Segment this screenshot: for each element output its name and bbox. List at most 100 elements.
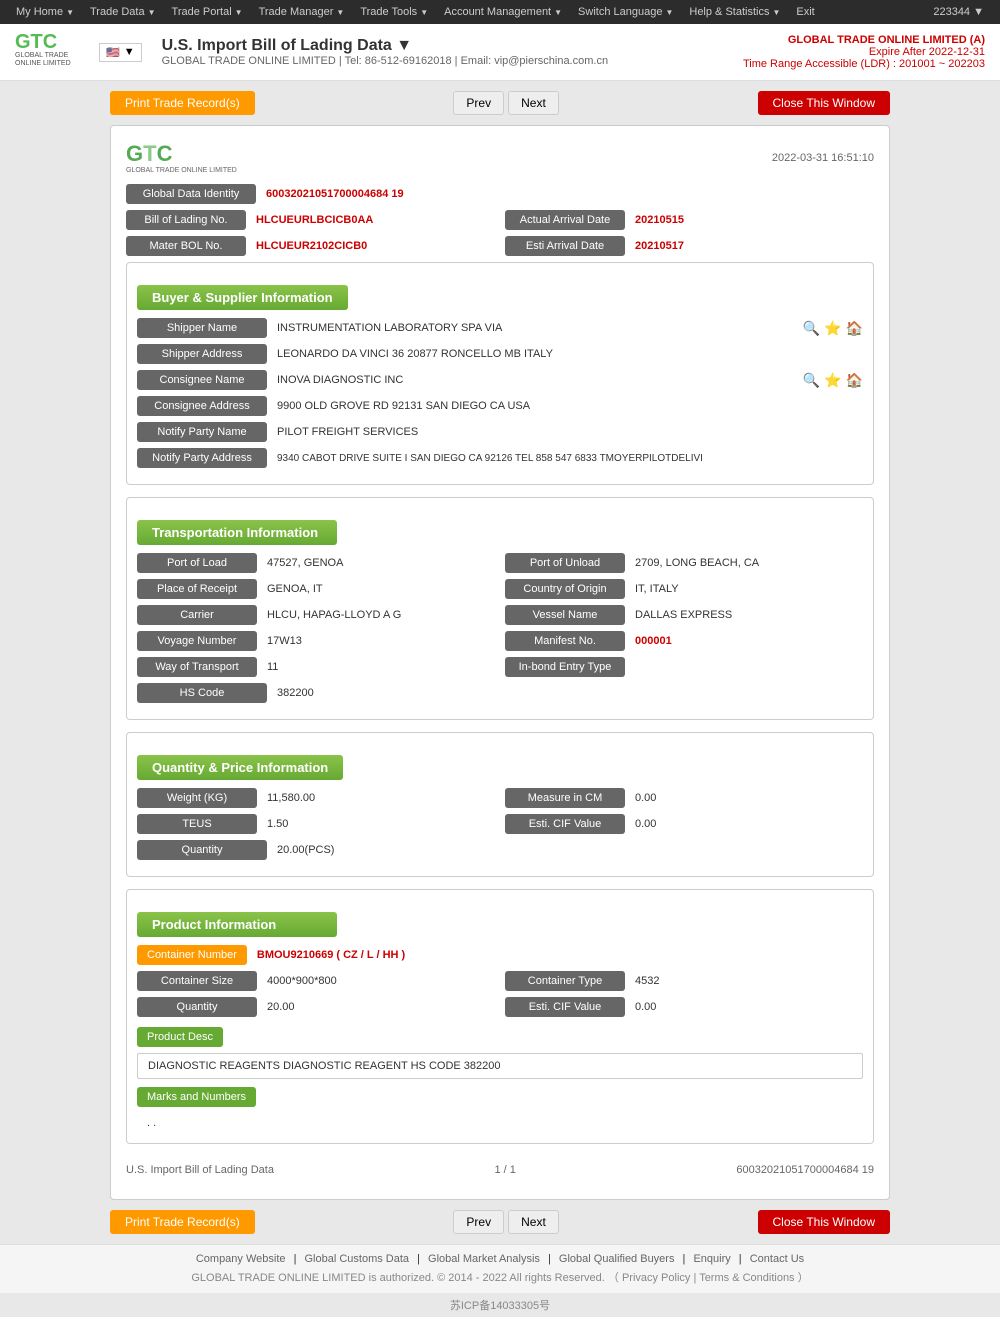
- receipt-origin-row: Place of Receipt GENOA, IT Country of Or…: [137, 579, 863, 599]
- esti-cif-value: 0.00: [625, 814, 666, 834]
- search-icon[interactable]: 🔍: [803, 320, 820, 337]
- global-data-identity-value: 60032021051700004684 19: [256, 184, 414, 204]
- mater-bol-label: Mater BOL No.: [126, 236, 246, 256]
- voyage-value: 17W13: [257, 631, 312, 651]
- record-pagination: U.S. Import Bill of Lading Data 1 / 1 60…: [126, 1156, 874, 1184]
- header-account-info: GLOBAL TRADE ONLINE LIMITED (A) Expire A…: [743, 34, 985, 70]
- weight-measure-row: Weight (KG) 11,580.00 Measure in CM 0.00: [137, 788, 863, 808]
- record-id: 60032021051700004684 19: [736, 1164, 874, 1176]
- product-quantity-label: Quantity: [137, 997, 257, 1017]
- weight-value: 11,580.00: [257, 788, 325, 808]
- way-transport-value: 11: [257, 657, 288, 677]
- footer-link-contact[interactable]: Contact Us: [750, 1253, 804, 1265]
- buyer-supplier-title: Buyer & Supplier Information: [137, 285, 348, 310]
- product-quantity-value: 20.00: [257, 997, 305, 1017]
- shipper-address-value: LEONARDO DA VINCI 36 20877 RONCELLO MB I…: [267, 344, 563, 364]
- port-load-value: 47527, GENOA: [257, 553, 353, 573]
- nav-trade-manager[interactable]: Trade Manager ▼: [251, 0, 353, 24]
- hs-code-value: 382200: [267, 683, 324, 703]
- user-account[interactable]: 223344 ▼: [925, 6, 992, 18]
- consignee-name-value: INOVA DIAGNOSTIC INC: [267, 370, 413, 390]
- pagination-nav-top: Prev Next: [453, 91, 558, 115]
- print-button-bottom[interactable]: Print Trade Record(s): [110, 1210, 255, 1234]
- home-icon[interactable]: 🏠: [846, 320, 863, 337]
- port-load-label: Port of Load: [137, 553, 257, 573]
- close-button-top[interactable]: Close This Window: [758, 91, 890, 115]
- notify-address-value: 9340 CABOT DRIVE SUITE I SAN DIEGO CA 92…: [267, 449, 713, 468]
- footer-links: Company Website | Global Customs Data | …: [15, 1253, 985, 1265]
- footer-copyright: GLOBAL TRADE ONLINE LIMITED is authorize…: [15, 1269, 985, 1285]
- close-button-bottom[interactable]: Close This Window: [758, 1210, 890, 1234]
- carrier-value: HLCU, HAPAG-LLOYD A G: [257, 605, 411, 625]
- place-receipt-value: GENOA, IT: [257, 579, 333, 599]
- quantity-row: Quantity 20.00(PCS): [137, 840, 863, 860]
- manifest-label: Manifest No.: [505, 631, 625, 651]
- quantity-price-title: Quantity & Price Information: [137, 755, 343, 780]
- mater-bol-row: Mater BOL No. HLCUEUR2102CICB0 Esti Arri…: [126, 236, 874, 256]
- footer-link-customs[interactable]: Global Customs Data: [305, 1253, 410, 1265]
- next-button-top[interactable]: Next: [508, 91, 559, 115]
- inbond-value: [625, 663, 645, 671]
- privacy-policy-link[interactable]: Privacy Policy: [622, 1272, 690, 1284]
- top-action-bar: Print Trade Record(s) Prev Next Close Th…: [110, 91, 890, 115]
- footer-link-market[interactable]: Global Market Analysis: [428, 1253, 540, 1265]
- search-icon[interactable]: 🔍: [803, 372, 820, 389]
- print-button-top[interactable]: Print Trade Record(s): [110, 91, 255, 115]
- consignee-address-value: 9900 OLD GROVE RD 92131 SAN DIEGO CA USA: [267, 396, 540, 416]
- product-title: Product Information: [137, 912, 337, 937]
- terms-link[interactable]: Terms & Conditions: [699, 1272, 794, 1284]
- voyage-label: Voyage Number: [137, 631, 257, 651]
- expire-date: Expire After 2022-12-31: [743, 46, 985, 58]
- country-origin-value: IT, ITALY: [625, 579, 689, 599]
- buyer-supplier-section: Buyer & Supplier Information Shipper Nam…: [126, 262, 874, 485]
- container-size-type-row: Container Size 4000*900*800 Container Ty…: [137, 971, 863, 991]
- home-icon[interactable]: 🏠: [846, 372, 863, 389]
- nav-exit[interactable]: Exit: [788, 0, 822, 24]
- way-transport-label: Way of Transport: [137, 657, 257, 677]
- carrier-vessel-row: Carrier HLCU, HAPAG-LLOYD A G Vessel Nam…: [137, 605, 863, 625]
- shipper-address-label: Shipper Address: [137, 344, 267, 364]
- chevron-down-icon: ▼: [235, 8, 243, 17]
- carrier-label: Carrier: [137, 605, 257, 625]
- global-data-identity-label: Global Data Identity: [126, 184, 256, 204]
- nav-help-statistics[interactable]: Help & Statistics ▼: [681, 0, 788, 24]
- container-number-value: BMOU9210669 ( CZ / L / HH ): [247, 945, 415, 965]
- page-info: 1 / 1: [494, 1164, 515, 1176]
- prev-button-bottom[interactable]: Prev: [453, 1210, 504, 1234]
- container-number-row: Container Number BMOU9210669 ( CZ / L / …: [137, 945, 863, 965]
- notify-address-row: Notify Party Address 9340 CABOT DRIVE SU…: [137, 448, 863, 468]
- nav-trade-tools[interactable]: Trade Tools ▼: [352, 0, 436, 24]
- language-flag-button[interactable]: 🇺🇸 ▼: [99, 43, 142, 62]
- product-section: Product Information Container Number BMO…: [126, 889, 874, 1144]
- chevron-down-icon: ▼: [554, 8, 562, 17]
- consignee-address-row: Consignee Address 9900 OLD GROVE RD 9213…: [137, 396, 863, 416]
- product-desc-value: DIAGNOSTIC REAGENTS DIAGNOSTIC REAGENT H…: [137, 1053, 863, 1079]
- consignee-name-row: Consignee Name INOVA DIAGNOSTIC INC 🔍 ⭐ …: [137, 370, 863, 390]
- top-navigation: My Home ▼ Trade Data ▼ Trade Portal ▼ Tr…: [0, 0, 1000, 24]
- star-icon[interactable]: ⭐: [824, 320, 841, 337]
- esti-arrival-label: Esti Arrival Date: [505, 236, 625, 256]
- nav-my-home[interactable]: My Home ▼: [8, 0, 82, 24]
- notify-address-label: Notify Party Address: [137, 448, 267, 468]
- inbond-label: In-bond Entry Type: [505, 657, 625, 677]
- star-icon[interactable]: ⭐: [824, 372, 841, 389]
- nav-trade-portal[interactable]: Trade Portal ▼: [164, 0, 251, 24]
- footer-link-buyers[interactable]: Global Qualified Buyers: [559, 1253, 675, 1265]
- footer-link-company[interactable]: Company Website: [196, 1253, 286, 1265]
- teus-cif-row: TEUS 1.50 Esti. CIF Value 0.00: [137, 814, 863, 834]
- hs-code-label: HS Code: [137, 683, 267, 703]
- nav-switch-language[interactable]: Switch Language ▼: [570, 0, 681, 24]
- page-header: GTC GLOBAL TRADEONLINE LIMITED 🇺🇸 ▼ U.S.…: [0, 24, 1000, 81]
- prev-button-top[interactable]: Prev: [453, 91, 504, 115]
- chevron-down-icon: ▼: [336, 8, 344, 17]
- next-button-bottom[interactable]: Next: [508, 1210, 559, 1234]
- container-size-value: 4000*900*800: [257, 971, 347, 991]
- nav-trade-data[interactable]: Trade Data ▼: [82, 0, 164, 24]
- nav-account-management[interactable]: Account Management ▼: [436, 0, 570, 24]
- esti-arrival-value: 20210517: [625, 236, 694, 256]
- chevron-down-icon: ▼: [665, 8, 673, 17]
- chevron-down-icon: ▼: [772, 8, 780, 17]
- footer-link-enquiry[interactable]: Enquiry: [693, 1253, 730, 1265]
- shipper-name-label: Shipper Name: [137, 318, 267, 338]
- company-name: GLOBAL TRADE ONLINE LIMITED (A): [743, 34, 985, 46]
